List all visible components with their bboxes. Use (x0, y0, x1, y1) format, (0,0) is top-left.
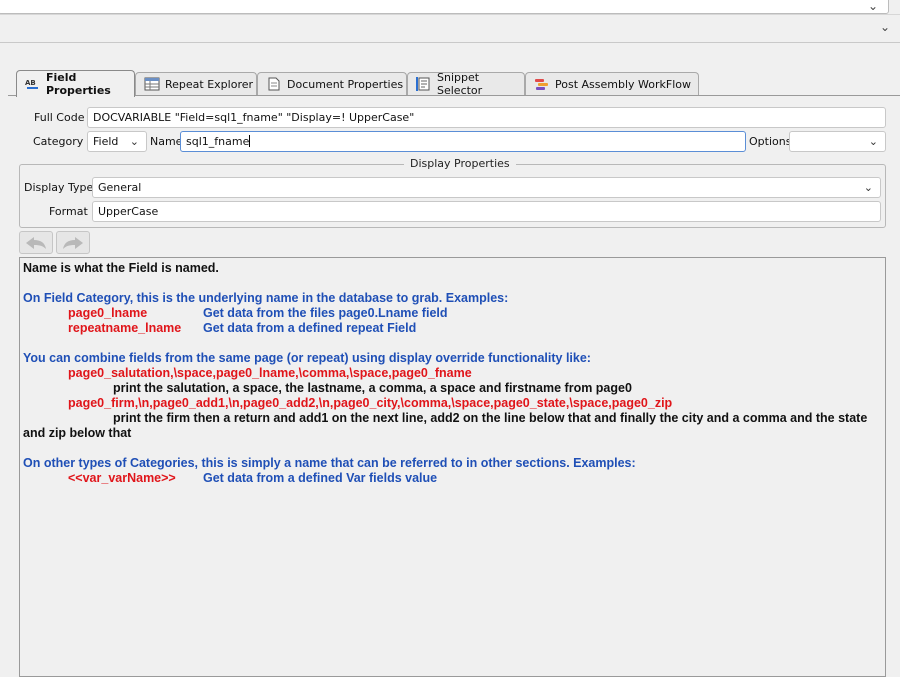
help-line: On other types of Categories, this is si… (23, 456, 636, 470)
tab-field-properties[interactable]: AB Field Properties (16, 70, 135, 97)
format-label: Format (49, 205, 88, 218)
help-text-area: Name is what the Field is named. On Fiel… (19, 257, 886, 677)
table-grid-icon (144, 77, 160, 91)
tab-label: Repeat Explorer (165, 77, 254, 91)
options-label: Options (749, 135, 792, 148)
help-example-key: page0_salutation,\space,page0_lname,\com… (68, 366, 472, 380)
workflow-icon (534, 77, 550, 91)
display-type-select[interactable]: General ⌄ (92, 177, 881, 198)
format-field[interactable]: UpperCase (92, 201, 881, 222)
field-ab-icon: AB (25, 77, 41, 91)
tab-panel-border (8, 95, 900, 96)
help-example-desc: Get data from the files page0.Lname fiel… (203, 306, 448, 320)
full-code-label: Full Code (34, 111, 85, 124)
display-properties-title: Display Properties (404, 157, 516, 170)
chevron-down-icon[interactable]: ⌄ (880, 20, 890, 34)
chevron-down-icon: ⌄ (868, 135, 878, 148)
help-example-key: <<var_varName>> (68, 471, 176, 485)
tab-repeat-explorer[interactable]: Repeat Explorer (135, 72, 257, 95)
tab-label: Post Assembly WorkFlow (555, 77, 691, 91)
name-label: Name (150, 135, 183, 148)
help-example-key: page0_lname (68, 306, 148, 320)
help-example-row: page0_lname Get data from the files page… (23, 306, 882, 321)
help-example-row: repeatname_lname Get data from a defined… (23, 321, 882, 336)
help-example-key: page0_firm,\n,page0_add1,\n,page0_add2,\… (68, 396, 673, 410)
help-example-desc: Get data from a defined repeat Field (203, 321, 417, 335)
help-line: Name is what the Field is named. (23, 261, 219, 275)
help-example-desc: Get data from a defined Var fields value (203, 471, 438, 485)
chevron-down-icon: ⌄ (129, 135, 139, 148)
category-select[interactable]: Field ⌄ (87, 131, 147, 152)
name-field[interactable]: sql1_fname (180, 131, 746, 152)
toolbar-strip: ⌄ (0, 14, 900, 43)
full-code-field[interactable]: DOCVARIABLE "Field=sql1_fname" "Display=… (87, 107, 886, 128)
display-type-label: Display Type (24, 181, 94, 194)
chevron-down-icon[interactable]: ⌄ (868, 0, 878, 13)
help-example-desc: and zip below that (23, 426, 132, 440)
tab-snippet-selector[interactable]: Snippet Selector (407, 71, 525, 97)
document-icon (266, 77, 282, 91)
tab-post-assembly-workflow[interactable]: Post Assembly WorkFlow (525, 72, 699, 95)
tab-label: Field Properties (46, 71, 111, 97)
tab-document-properties[interactable]: Document Properties (257, 72, 407, 95)
undo-arrow-icon (26, 236, 46, 249)
back-button[interactable] (19, 231, 53, 254)
help-line: On Field Category, this is the underlyin… (23, 291, 509, 305)
category-value: Field (93, 135, 119, 148)
redo-arrow-icon (63, 236, 83, 249)
display-type-value: General (98, 181, 142, 194)
top-dropdown[interactable]: ⌄ (0, 0, 889, 14)
name-value: sql1_fname (186, 135, 250, 148)
tab-label: Snippet Selector (437, 71, 483, 97)
help-example-desc: print the salutation, a space, the lastn… (113, 381, 632, 395)
help-example-key: repeatname_lname (68, 321, 182, 335)
svg-text:AB: AB (25, 79, 36, 87)
forward-button[interactable] (56, 231, 90, 254)
help-line: You can combine fields from the same pag… (23, 351, 591, 365)
help-example-row: <<var_varName>> Get data from a defined … (23, 471, 882, 486)
tab-label: Document Properties (287, 77, 404, 91)
options-select[interactable]: ⌄ (789, 131, 886, 152)
chevron-down-icon: ⌄ (863, 181, 873, 194)
text-caret (249, 135, 251, 147)
help-example-desc: print the firm then a return and add1 on… (113, 411, 868, 425)
snippet-icon (416, 77, 432, 91)
category-label: Category (33, 135, 84, 148)
